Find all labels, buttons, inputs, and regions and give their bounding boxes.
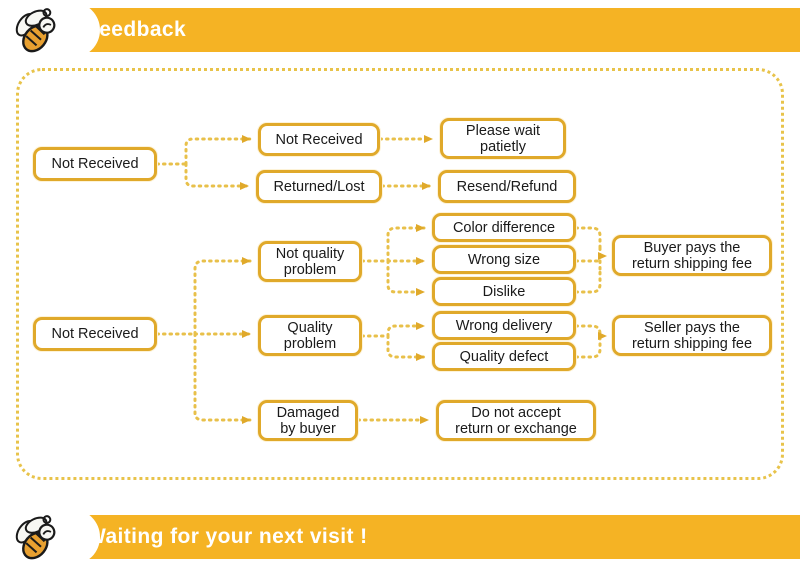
bee-icon: [4, 511, 68, 567]
node-not-received-2: Not Received: [258, 123, 380, 156]
node-root-2: Not Received: [33, 317, 157, 351]
node-dislike: Dislike: [432, 277, 576, 306]
header-title: Feedback: [86, 18, 187, 41]
footer-title: Waiting for your next visit !: [86, 525, 368, 548]
node-wrong-delivery: Wrong delivery: [432, 311, 576, 340]
node-damaged-by-buyer: Damaged by buyer: [258, 400, 358, 441]
node-quality-defect: Quality defect: [432, 342, 576, 371]
node-no-return: Do not accept return or exchange: [436, 400, 596, 441]
node-seller-pays: Seller pays the return shipping fee: [612, 315, 772, 356]
node-buyer-pays: Buyer pays the return shipping fee: [612, 235, 772, 276]
node-wrong-size: Wrong size: [432, 245, 576, 274]
node-resend-refund: Resend/Refund: [438, 170, 576, 203]
node-quality-problem: Quality problem: [258, 315, 362, 356]
node-please-wait: Please wait patietly: [440, 118, 566, 159]
node-returned-lost: Returned/Lost: [256, 170, 382, 203]
header-banner: Feedback: [0, 2, 800, 58]
node-root-1: Not Received: [33, 147, 157, 181]
bee-icon: [4, 4, 68, 60]
node-not-quality: Not quality problem: [258, 241, 362, 282]
node-color-difference: Color difference: [432, 213, 576, 242]
footer-banner: Waiting for your next visit !: [0, 509, 800, 565]
feedback-page: Feedback Not Received Not Received Retur…: [0, 0, 800, 573]
